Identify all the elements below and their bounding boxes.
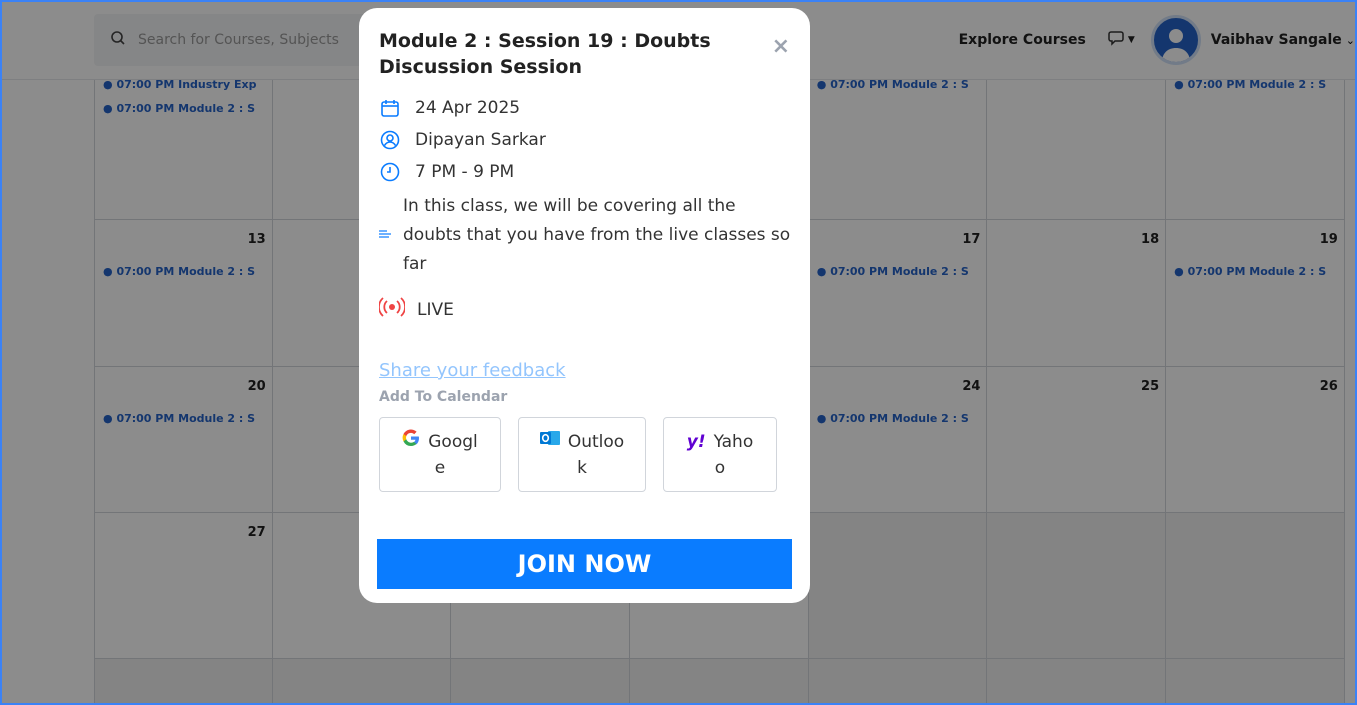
google-calendar-button[interactable]: Googl e [379,417,501,492]
yahoo-icon: y! [686,431,706,452]
yahoo-button-label: Yaho [713,431,754,452]
user-circle-icon [379,130,401,150]
join-now-button[interactable]: JOIN NOW [377,539,792,589]
instructor-name: Dipayan Sarkar [415,130,546,150]
outlook-button-label: Outloo [567,431,625,452]
live-status: LIVE [417,299,454,320]
modal-title: Module 2 : Session 19 : Doubts Discussio… [379,30,711,78]
close-icon[interactable]: × [772,34,790,59]
description-row: In this class, we will be covering all t… [379,192,792,279]
session-date-row: 24 Apr 2025 [379,98,792,118]
yahoo-calendar-button[interactable]: y! Yaho o [663,417,777,492]
clock-icon [379,162,401,182]
session-time: 7 PM - 9 PM [415,162,515,182]
google-button-label-wrap: e [434,457,446,478]
yahoo-button-label-wrap: o [714,457,726,478]
session-details-modal: Module 2 : Session 19 : Doubts Discussio… [359,8,810,603]
outlook-button-label-wrap: k [577,457,587,478]
live-broadcast-icon [378,297,406,322]
add-to-calendar-label: Add To Calendar [379,389,508,405]
outlook-calendar-button[interactable]: Outloo k [518,417,646,492]
live-status-row: LIVE [378,297,792,322]
share-feedback-link[interactable]: Share your feedback [379,360,792,381]
session-description: In this class, we will be covering all t… [403,196,791,274]
google-button-label: Googl [428,431,478,452]
google-icon [402,429,420,455]
session-time-row: 7 PM - 9 PM [379,162,792,182]
outlook-icon [539,429,560,455]
description-icon [379,221,391,250]
app-frame: Explore Courses ▼ Vaibhav Sangale ⌄ ● 07… [0,0,1357,705]
calendar-provider-buttons: Googl e Outloo k y! Yaho o [379,417,792,492]
instructor-row: Dipayan Sarkar [379,130,792,150]
calendar-icon [379,98,401,118]
session-date: 24 Apr 2025 [415,98,521,118]
